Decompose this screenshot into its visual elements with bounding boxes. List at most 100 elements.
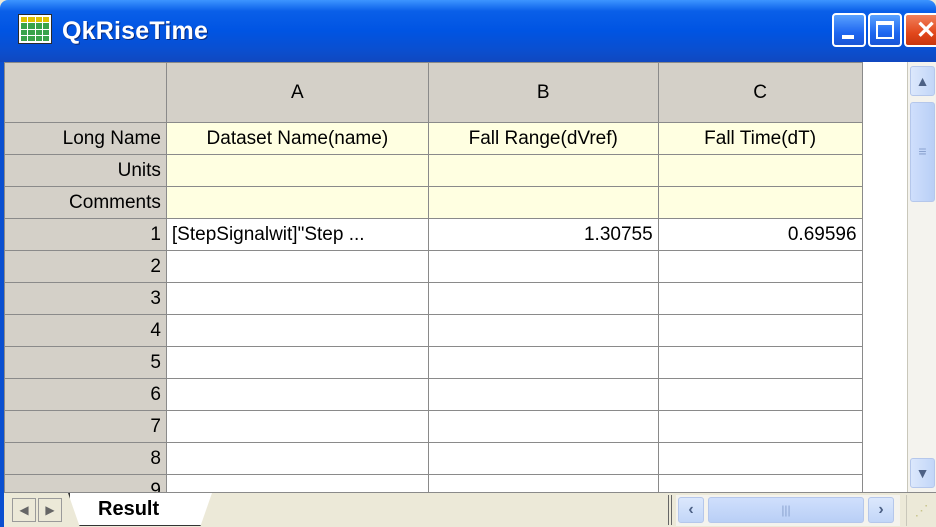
column-header-c[interactable]: C: [657, 62, 863, 123]
worksheet-icon: [18, 14, 52, 44]
chevron-up-icon: ▲: [915, 73, 930, 89]
long-name-cell-c[interactable]: Fall Time(dT): [657, 122, 863, 155]
sheet-tab-result[interactable]: Result: [68, 493, 212, 526]
chevron-right-icon: ›: [878, 501, 884, 518]
scroll-right-button[interactable]: ›: [868, 497, 894, 523]
horizontal-splitter[interactable]: [668, 495, 672, 525]
comments-cell-a[interactable]: [165, 186, 429, 219]
data-cell[interactable]: [427, 346, 659, 379]
column-header-a[interactable]: A: [165, 62, 429, 123]
data-cell[interactable]: [165, 410, 429, 443]
row-label-comments[interactable]: Comments: [4, 186, 167, 219]
data-cell[interactable]: [165, 346, 429, 379]
table-row: 8: [4, 442, 907, 475]
data-cell[interactable]: 1.30755: [427, 218, 659, 251]
data-cell[interactable]: [657, 474, 863, 492]
row-number[interactable]: 6: [4, 378, 167, 411]
data-cell[interactable]: [165, 474, 429, 492]
long-name-row: Long Name Dataset Name(name) Fall Range(…: [4, 122, 907, 155]
previous-sheet-button[interactable]: ◀: [12, 498, 36, 522]
table-row: 6: [4, 378, 907, 411]
table-row: 1 [StepSignalwit]"Step ... 1.30755 0.695…: [4, 218, 907, 251]
data-cell[interactable]: [StepSignalwit]"Step ...: [165, 218, 429, 251]
maximize-button[interactable]: [868, 13, 902, 47]
data-cell[interactable]: [657, 346, 863, 379]
select-all-corner[interactable]: [4, 62, 167, 123]
window-title: QkRiseTime: [62, 17, 209, 45]
empty-area: [861, 346, 907, 379]
sheet-tab-bar: ◀ ▶ Result ‹ ||| › ⋰: [4, 492, 936, 527]
data-cell[interactable]: [427, 410, 659, 443]
comments-cell-b[interactable]: [427, 186, 659, 219]
table-row: 4: [4, 314, 907, 347]
resize-grip-icon[interactable]: ⋰: [906, 495, 936, 526]
data-cell[interactable]: [657, 378, 863, 411]
chevron-left-icon: ‹: [688, 501, 694, 518]
maximize-icon: [876, 21, 894, 39]
row-label-units[interactable]: Units: [4, 154, 167, 187]
data-cell[interactable]: [165, 314, 429, 347]
data-cell[interactable]: [427, 282, 659, 315]
minimize-button[interactable]: [832, 13, 866, 47]
scroll-up-button[interactable]: ▲: [910, 66, 935, 96]
close-button[interactable]: ✕: [904, 13, 936, 47]
long-name-cell-a[interactable]: Dataset Name(name): [165, 122, 429, 155]
empty-area: [861, 186, 907, 219]
table-row: 3: [4, 282, 907, 315]
worksheet-grid[interactable]: A B C Long Name Dataset Name(name) Fall …: [4, 62, 907, 492]
table-row: 5: [4, 346, 907, 379]
data-cell[interactable]: [657, 442, 863, 475]
data-cell[interactable]: [427, 442, 659, 475]
row-number[interactable]: 4: [4, 314, 167, 347]
data-cell[interactable]: [165, 282, 429, 315]
data-cell[interactable]: [657, 314, 863, 347]
horizontal-scroll-thumb[interactable]: |||: [708, 497, 864, 523]
data-cell[interactable]: [657, 282, 863, 315]
data-cell[interactable]: [165, 250, 429, 283]
data-cell[interactable]: [427, 250, 659, 283]
table-row: 7: [4, 410, 907, 443]
scroll-down-button[interactable]: ▼: [910, 458, 935, 488]
column-header-b[interactable]: B: [427, 62, 659, 123]
row-number[interactable]: 2: [4, 250, 167, 283]
data-cell[interactable]: 0.69596: [657, 218, 863, 251]
data-cell[interactable]: [657, 250, 863, 283]
vertical-scroll-thumb[interactable]: ≡: [910, 102, 935, 202]
empty-area: [861, 154, 907, 187]
empty-area: [861, 218, 907, 251]
worksheet-window: QkRiseTime ✕ A B C Long Name Dataset Nam…: [0, 0, 936, 527]
triangle-right-icon: ▶: [45, 503, 55, 517]
title-bar[interactable]: QkRiseTime ✕: [0, 0, 936, 62]
empty-area: [861, 282, 907, 315]
row-number[interactable]: 9: [4, 474, 167, 492]
comments-cell-c[interactable]: [657, 186, 863, 219]
units-cell-b[interactable]: [427, 154, 659, 187]
table-row: 2: [4, 250, 907, 283]
data-cell[interactable]: [427, 314, 659, 347]
empty-area: [861, 250, 907, 283]
chevron-down-icon: ▼: [915, 465, 930, 481]
units-cell-c[interactable]: [657, 154, 863, 187]
long-name-cell-b[interactable]: Fall Range(dVref): [427, 122, 659, 155]
table-row: 9: [4, 474, 907, 492]
triangle-left-icon: ◀: [19, 503, 29, 517]
units-cell-a[interactable]: [165, 154, 429, 187]
empty-area: [861, 410, 907, 443]
data-cell[interactable]: [427, 474, 659, 492]
data-cell[interactable]: [657, 410, 863, 443]
row-number[interactable]: 5: [4, 346, 167, 379]
horizontal-scrollbar[interactable]: ‹ ||| ›: [676, 495, 900, 526]
next-sheet-button[interactable]: ▶: [38, 498, 62, 522]
data-cell[interactable]: [427, 378, 659, 411]
row-number[interactable]: 3: [4, 282, 167, 315]
data-cell[interactable]: [165, 442, 429, 475]
data-cell[interactable]: [165, 378, 429, 411]
empty-area: [861, 474, 907, 492]
row-number[interactable]: 7: [4, 410, 167, 443]
row-label-long-name[interactable]: Long Name: [4, 122, 167, 155]
row-number[interactable]: 8: [4, 442, 167, 475]
vertical-scrollbar[interactable]: ▲ ≡ ▼: [907, 62, 936, 492]
row-number[interactable]: 1: [4, 218, 167, 251]
scroll-left-button[interactable]: ‹: [678, 497, 704, 523]
empty-area: [861, 62, 907, 123]
